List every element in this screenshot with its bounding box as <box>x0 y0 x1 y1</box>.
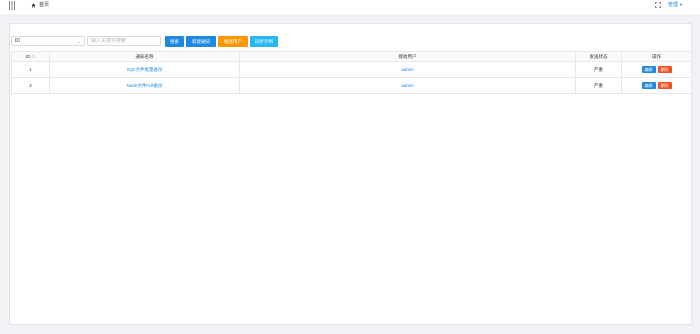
table-row: 1 SQL文件批量备份 admin 严重 编辑 删除 <box>11 61 692 78</box>
search-field-select[interactable]: ID ⌄ <box>11 36 85 46</box>
edit-button[interactable]: 编辑 <box>641 82 656 89</box>
notice-table: ID ⇅ 通知名称 接收用户 发送状态 操作 1 SQL文件批量备份 admin… <box>11 51 692 94</box>
column-header-user: 接收用户 <box>239 51 576 62</box>
home-icon[interactable] <box>31 3 36 8</box>
delete-button[interactable]: 删除 <box>657 82 672 89</box>
sort-icon[interactable]: ⇅ <box>32 54 35 59</box>
cell-user[interactable]: admin <box>239 77 576 94</box>
cell-ops: 编辑 删除 <box>621 77 692 94</box>
search-input[interactable] <box>87 36 161 46</box>
column-header-id[interactable]: ID ⇅ <box>11 51 50 62</box>
user-menu-label[interactable]: 管理 <box>668 2 678 8</box>
column-header-id-label: ID <box>25 54 31 59</box>
chevron-down-icon[interactable]: ▼ <box>679 2 683 8</box>
search-button[interactable]: 搜索 <box>165 36 184 47</box>
edit-button[interactable]: 编辑 <box>641 66 656 73</box>
cell-status: 严重 <box>575 77 622 94</box>
column-header-ops: 操作 <box>621 51 692 62</box>
cell-name[interactable]: Node文件Full备份 <box>49 77 240 94</box>
select-value: ID <box>15 38 20 44</box>
top-bar: 首页 管理 ▼ <box>0 0 700 14</box>
cell-id: 1 <box>11 61 50 78</box>
fullscreen-icon[interactable] <box>655 2 661 8</box>
cell-name[interactable]: SQL文件批量备份 <box>49 61 240 78</box>
column-header-status: 发送状态 <box>575 51 622 62</box>
delete-button[interactable]: 删除 <box>657 66 672 73</box>
push-user-button[interactable]: 推送用户 <box>218 36 248 47</box>
table-row: 2 Node文件Full备份 admin 严重 编辑 删除 <box>11 77 692 94</box>
home-tab-label[interactable]: 首页 <box>39 2 49 8</box>
column-header-name: 通知名称 <box>49 51 240 62</box>
cell-status: 严重 <box>575 61 622 78</box>
cell-user[interactable]: admin <box>239 61 576 78</box>
content-panel: ID ⌄ 搜索 新建通知 推送用户 同步示例 ID ⇅ 通知名称 接收用户 发送… <box>9 23 692 325</box>
table-header-row: ID ⇅ 通知名称 接收用户 发送状态 操作 <box>11 51 692 62</box>
grid-menu-icon[interactable] <box>9 1 15 10</box>
add-notice-button[interactable]: 新建通知 <box>186 36 216 47</box>
cell-ops: 编辑 删除 <box>621 61 692 78</box>
chevron-down-icon: ⌄ <box>77 39 81 44</box>
sync-example-button[interactable]: 同步示例 <box>250 36 278 47</box>
cell-id: 2 <box>11 77 50 94</box>
